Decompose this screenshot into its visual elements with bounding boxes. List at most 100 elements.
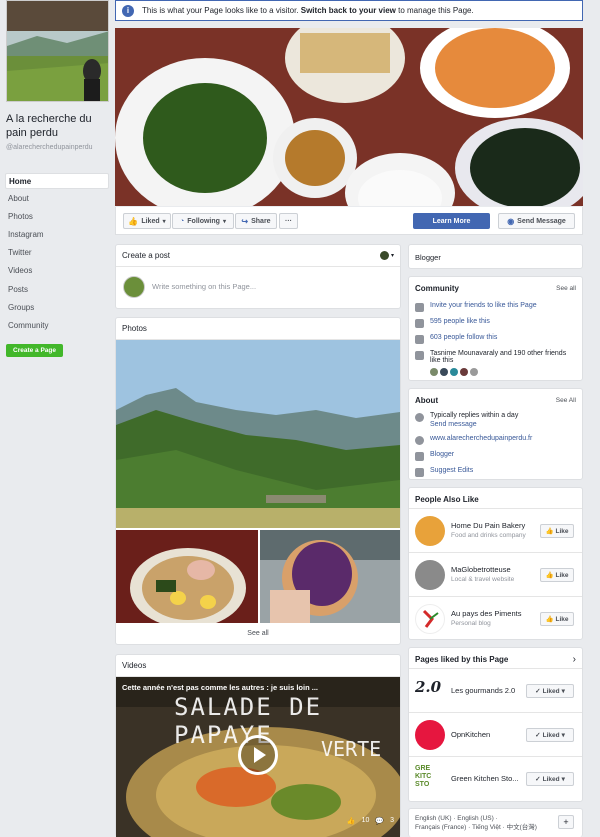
page-logo: 2.0 [415, 678, 442, 696]
photos-see-all[interactable]: See all [116, 630, 400, 637]
cover-photo[interactable] [115, 28, 583, 206]
sidebar-item-videos[interactable]: Videos [5, 263, 109, 279]
profile-photo [7, 1, 108, 101]
thumbs-up-icon: 👍 [545, 528, 554, 535]
visitor-banner: i This is what your Page looks like to a… [115, 0, 583, 21]
send-message-button[interactable]: ◉ Send Message [498, 213, 575, 229]
list-item[interactable]: Au pays des Piments Personal blog 👍 Like [409, 596, 582, 640]
sidebar-item-community[interactable]: Community [5, 318, 109, 334]
pages-liked-card: Pages liked by this Page › 2.0 Les gourm… [408, 647, 583, 802]
page-avatar-icon [379, 251, 389, 260]
community-see-all[interactable]: See all [556, 285, 576, 292]
create-page-button[interactable]: Create a Page [6, 344, 63, 357]
page-name-link[interactable]: OpnKitchen [451, 730, 490, 739]
sidebar-item-twitter[interactable]: Twitter [5, 245, 109, 261]
thumbs-up-icon: 👍 [545, 572, 554, 579]
caret-down-icon: ▾ [162, 218, 166, 225]
learn-more-button[interactable]: Learn More [413, 213, 490, 229]
website-row[interactable]: www.alarecherchedupainperdu.fr [415, 435, 576, 445]
sidebar-item-label: Videos [8, 266, 33, 275]
list-item[interactable]: Home Du Pain Bakery Food and drinks comp… [409, 508, 582, 552]
list-item[interactable]: OpnKitchen ✓ Liked ▾ [409, 712, 582, 756]
post-avatar [123, 276, 145, 298]
list-item[interactable]: MaGlobetrotteuse Local & travel website … [409, 552, 582, 596]
liked-label: Liked [542, 731, 560, 739]
page-name-link[interactable]: MaGlobetrotteuse [451, 565, 511, 574]
rss-icon: ◔ [180, 217, 185, 225]
video-player[interactable]: Cette année n'est pas comme les autres :… [116, 677, 400, 837]
sidebar-item-label: Photos [8, 212, 33, 221]
page-category: Food and drinks company [451, 532, 526, 539]
video-stats: 👍 10 💬 3 [347, 817, 394, 825]
chevron-right-icon[interactable]: › [573, 654, 576, 665]
about-title: About [415, 395, 439, 405]
page-name-link[interactable]: Home Du Pain Bakery [451, 521, 525, 530]
share-button[interactable]: ↪ Share [235, 213, 277, 229]
share-label: Share [251, 217, 271, 225]
check-icon: ✓ [535, 732, 541, 739]
rss-icon [415, 335, 424, 344]
sidebar-item-groups[interactable]: Groups [5, 300, 109, 316]
avatar[interactable] [460, 368, 468, 376]
switch-view-link[interactable]: Switch back to your view [301, 6, 396, 15]
photo-main[interactable] [116, 340, 400, 528]
avatar [415, 604, 445, 634]
like-button[interactable]: 👍 Like [540, 612, 574, 626]
invite-row[interactable]: Invite your friends to like this Page [415, 302, 576, 312]
avatar[interactable] [430, 368, 438, 376]
following-button[interactable]: ◔ Following ▾ [172, 213, 234, 229]
website-link: www.alarecherchedupainperdu.fr [430, 435, 533, 442]
caret-down-icon: ▾ [561, 732, 565, 739]
category-row[interactable]: Blogger [415, 451, 576, 461]
liked-button[interactable]: ✓ Liked ▾ [526, 728, 574, 742]
send-message-link[interactable]: Send message [430, 421, 518, 428]
check-icon: ✓ [535, 688, 541, 695]
avatar[interactable] [450, 368, 458, 376]
community-card: Community See all Invite your friends to… [408, 276, 583, 381]
liked-button[interactable]: ✓ Liked ▾ [526, 684, 574, 698]
photo-ramen[interactable] [116, 530, 258, 623]
people-also-like-header: People Also Like [409, 488, 582, 510]
photo-dessert[interactable] [260, 530, 400, 623]
dessert-photo [260, 530, 400, 623]
pepper-logo [422, 609, 439, 628]
cover-image [115, 28, 583, 206]
page-name-link[interactable]: Green Kitchen Sto... [451, 774, 519, 783]
page-name: A la recherche du pain perdu [6, 113, 92, 139]
page-handle: @alarecherchedupainperdu [6, 144, 93, 151]
about-header: About See All [409, 389, 582, 411]
sidebar-item-label: Posts [8, 285, 29, 294]
sidebar-item-instagram[interactable]: Instagram [5, 227, 109, 243]
sidebar-item-photos[interactable]: Photos [5, 209, 109, 225]
list-item[interactable]: GRE KITC STO Green Kitchen Sto... ✓ Liked… [409, 756, 582, 800]
thumbs-up-icon: 👍 [128, 216, 139, 226]
more-button[interactable]: ··· [279, 213, 298, 229]
list-item[interactable]: 2.0 Les gourmands 2.0 ✓ Liked ▾ [409, 668, 582, 712]
avatar[interactable] [470, 368, 478, 376]
sidebar-item-about[interactable]: About [5, 191, 109, 207]
liked-button[interactable]: ✓ Liked ▾ [526, 772, 574, 786]
about-see-all[interactable]: See All [556, 397, 576, 404]
post-input[interactable]: Write something on this Page... [152, 282, 256, 291]
page-logo: GRE KITC STO [415, 765, 432, 788]
page-name-link[interactable]: Les gourmands 2.0 [451, 686, 515, 695]
response-row: Typically replies within a day Send mess… [415, 412, 576, 428]
language-list[interactable]: English (UK) · English (US) · Français (… [415, 814, 537, 832]
audience-selector[interactable]: ▾ [379, 251, 394, 260]
sidebar-item-posts[interactable]: Posts [5, 282, 109, 298]
play-icon[interactable] [238, 735, 278, 775]
like-button[interactable]: 👍 Like [540, 568, 574, 582]
suggest-row[interactable]: Suggest Edits [415, 467, 576, 477]
page-name-link[interactable]: Au pays des Piments [451, 609, 521, 618]
caret-down-icon: ▾ [561, 688, 565, 695]
video-overlay-subtitle: VERTE [321, 737, 382, 761]
category-label: Blogger [415, 253, 441, 262]
profile-picture[interactable] [6, 0, 109, 102]
sidebar-item-home[interactable]: Home [5, 173, 109, 189]
category-card: Blogger [408, 244, 583, 269]
avatar[interactable] [440, 368, 448, 376]
liked-button[interactable]: 👍 Liked ▾ [123, 213, 171, 229]
add-language-button[interactable]: + [558, 815, 574, 829]
following-label: Following [187, 217, 220, 225]
like-button[interactable]: 👍 Like [540, 524, 574, 538]
